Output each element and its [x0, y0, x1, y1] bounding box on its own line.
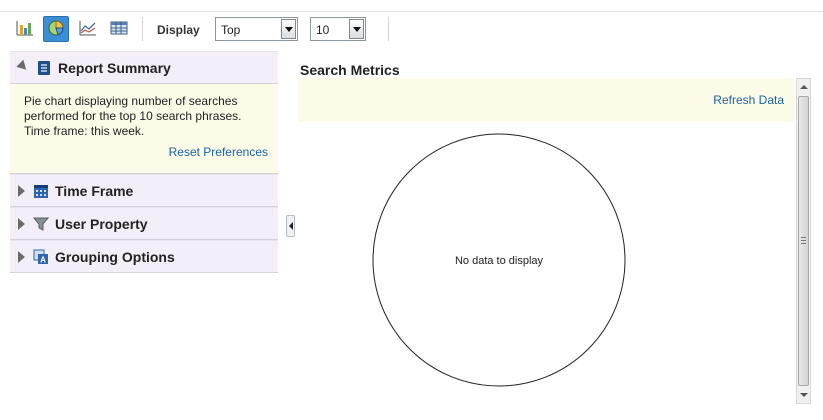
display-select-value: Top — [221, 23, 241, 37]
scroll-up-icon[interactable] — [797, 79, 810, 95]
toolbar-separator — [142, 17, 143, 41]
chevron-down-icon[interactable] — [349, 19, 364, 39]
count-select-value: 10 — [316, 23, 330, 37]
grip-icon — [801, 237, 806, 244]
page-title: Search Metrics — [300, 62, 400, 78]
report-summary-title: Report Summary — [58, 59, 171, 76]
report-summary-header[interactable]: Report Summary — [10, 51, 278, 84]
filter-icon — [33, 216, 49, 232]
refresh-bar: Refresh Data — [298, 78, 794, 122]
left-panel: Report Summary Pie chart displaying numb… — [10, 51, 278, 273]
expand-icon[interactable] — [18, 184, 25, 197]
grouping-icon: A — [33, 249, 49, 265]
user-property-header[interactable]: User Property — [10, 207, 278, 240]
display-select[interactable]: Top — [215, 17, 298, 41]
pie-chart-button[interactable] — [43, 16, 69, 42]
report-summary-body: Pie chart displaying number of searches … — [10, 84, 278, 174]
scroll-down-icon[interactable] — [797, 387, 810, 403]
user-property-title: User Property — [55, 215, 148, 232]
search-metrics-panel: Refresh Data No data to display — [298, 78, 796, 404]
expand-icon[interactable] — [18, 250, 25, 263]
scroll-thumb[interactable] — [798, 96, 809, 386]
svg-text:A: A — [40, 255, 46, 264]
panel-splitter[interactable] — [286, 215, 295, 237]
chevron-down-icon[interactable] — [281, 19, 296, 39]
collapse-icon[interactable] — [16, 59, 30, 74]
toolbar-separator — [388, 17, 389, 41]
pie-chart: No data to display — [372, 133, 626, 387]
time-frame-title: Time Frame — [55, 182, 134, 199]
expand-icon[interactable] — [18, 217, 25, 230]
document-icon — [36, 60, 52, 76]
bar-chart-button[interactable] — [12, 16, 38, 42]
table-icon — [110, 20, 128, 39]
report-description: Pie chart displaying number of searches … — [24, 94, 242, 138]
top-divider — [0, 11, 823, 12]
table-button[interactable] — [106, 16, 132, 42]
pie-chart-icon — [47, 19, 65, 40]
grouping-options-header[interactable]: A Grouping Options — [10, 240, 278, 273]
count-select[interactable]: 10 — [310, 17, 366, 41]
line-chart-button[interactable] — [75, 16, 101, 42]
grouping-options-title: Grouping Options — [55, 248, 175, 265]
no-data-message: No data to display — [455, 255, 544, 267]
calendar-icon — [33, 183, 49, 199]
refresh-data-link[interactable]: Refresh Data — [713, 93, 784, 107]
reset-preferences-link[interactable]: Reset Preferences — [24, 145, 268, 159]
line-chart-icon — [79, 20, 97, 39]
vertical-scrollbar[interactable] — [796, 78, 811, 404]
bar-chart-icon — [16, 20, 34, 39]
display-label: Display — [157, 23, 200, 37]
time-frame-header[interactable]: Time Frame — [10, 174, 278, 207]
chart-toolbar: Display Top 10 — [0, 14, 823, 46]
